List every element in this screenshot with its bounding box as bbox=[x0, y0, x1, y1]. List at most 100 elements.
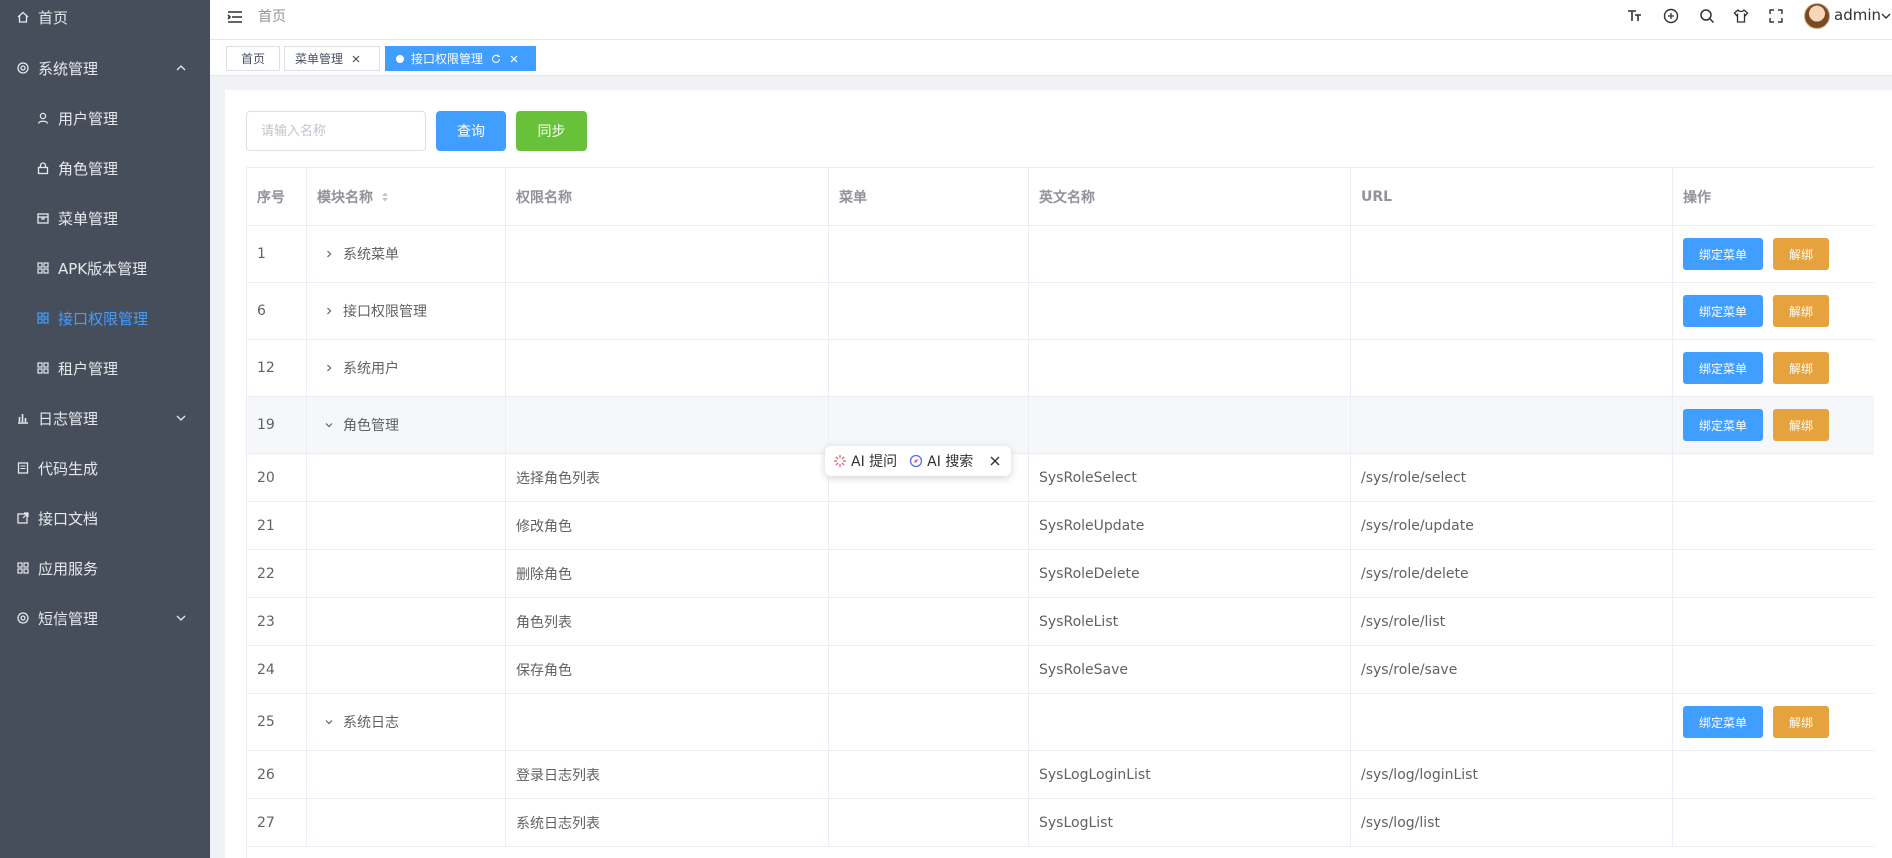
chevron-down-icon[interactable] bbox=[323, 716, 335, 728]
hamburger-icon[interactable] bbox=[226, 8, 244, 26]
bind-menu-button[interactable]: 绑定菜单 bbox=[1683, 352, 1763, 384]
tab-home[interactable]: 首页 bbox=[226, 46, 280, 71]
unbind-button[interactable]: 解绑 bbox=[1773, 295, 1829, 327]
chevron-up-icon bbox=[174, 61, 188, 75]
chevron-down-icon[interactable] bbox=[323, 419, 335, 431]
unbind-button[interactable]: 解绑 bbox=[1773, 409, 1829, 441]
external-icon bbox=[16, 511, 30, 525]
module-label: 角色管理 bbox=[343, 418, 399, 434]
sidebar-item-logs[interactable]: 日志管理 bbox=[0, 393, 210, 443]
cell-actions: 绑定菜单 解绑 bbox=[1673, 694, 1874, 750]
cell-menu bbox=[829, 598, 1029, 645]
doc-icon bbox=[16, 461, 30, 475]
cell-url bbox=[1351, 694, 1673, 750]
table-row[interactable]: 21 修改角色 SysRoleUpdate/sys/role/update bbox=[247, 502, 1874, 550]
bind-menu-button[interactable]: 绑定菜单 bbox=[1683, 706, 1763, 738]
avatar[interactable] bbox=[1804, 3, 1830, 29]
theme-icon[interactable] bbox=[1732, 7, 1750, 25]
table-row[interactable]: 26 登录日志列表 SysLogLoginList/sys/log/loginLis… bbox=[247, 751, 1874, 799]
close-icon[interactable] bbox=[509, 54, 519, 64]
table-row[interactable]: 1 系统菜单 绑定菜单 解绑 bbox=[247, 226, 1874, 283]
table-row[interactable]: 12 系统用户 绑定菜单 解绑 bbox=[247, 340, 1874, 397]
cell-permission-name: 登录日志列表 bbox=[506, 751, 829, 798]
table-row[interactable]: 23 角色列表 SysRoleList/sys/role/list bbox=[247, 598, 1874, 646]
tab-menu-management[interactable]: 菜单管理 bbox=[284, 46, 380, 71]
fullscreen-icon[interactable] bbox=[1767, 7, 1785, 25]
sidebar-item-codegen[interactable]: 代码生成 bbox=[0, 443, 210, 493]
chevron-right-icon[interactable] bbox=[323, 305, 335, 317]
sparkle-icon bbox=[833, 454, 851, 468]
header-module[interactable]: 模块名称 bbox=[307, 168, 506, 225]
chevron-right-icon[interactable] bbox=[323, 362, 335, 374]
cell-url: /sys/log/list bbox=[1351, 799, 1673, 846]
ai-search-label: AI 搜索 bbox=[927, 454, 974, 470]
cell-menu bbox=[829, 340, 1029, 396]
chevron-right-icon[interactable] bbox=[323, 248, 335, 260]
query-button[interactable]: 查询 bbox=[436, 111, 506, 151]
cell-module: 系统日志 bbox=[307, 694, 506, 750]
header-en-name: 英文名称 bbox=[1029, 168, 1351, 225]
cell-actions: 绑定菜单 解绑 bbox=[1673, 340, 1874, 396]
user-name[interactable]: admin bbox=[1834, 6, 1881, 24]
cell-url: /sys/role/select bbox=[1351, 454, 1673, 501]
refresh-icon[interactable] bbox=[491, 54, 501, 64]
sidebar-item-apk[interactable]: APK版本管理 bbox=[0, 243, 210, 293]
table-row[interactable]: 6 接口权限管理 绑定菜单 解绑 bbox=[247, 283, 1874, 340]
sidebar-item-roles[interactable]: 角色管理 bbox=[0, 143, 210, 193]
sidebar-item-menus[interactable]: 菜单管理 bbox=[0, 193, 210, 243]
table-row[interactable]: 27 系统日志列表 SysLogList/sys/log/list bbox=[247, 799, 1874, 847]
cell-actions bbox=[1673, 502, 1874, 549]
unbind-button[interactable]: 解绑 bbox=[1773, 352, 1829, 384]
header-actions: 操作 bbox=[1673, 168, 1874, 225]
cell-module bbox=[307, 454, 506, 501]
sidebar-item-label: 日志管理 bbox=[38, 409, 99, 428]
cell-menu bbox=[829, 646, 1029, 693]
table-header: 序号 模块名称 权限名称 菜单 英文名称 URL 操作 bbox=[247, 168, 1874, 226]
ai-ask-button[interactable]: AI 提问 bbox=[833, 451, 897, 471]
chevron-down-icon[interactable] bbox=[1880, 10, 1892, 22]
cell-actions bbox=[1673, 598, 1874, 645]
sidebar-item-app-services[interactable]: 应用服务 bbox=[0, 543, 210, 593]
cell-module: 角色管理 bbox=[307, 397, 506, 453]
bind-menu-button[interactable]: 绑定菜单 bbox=[1683, 238, 1763, 270]
sidebar-item-tenants[interactable]: 租户管理 bbox=[0, 343, 210, 393]
search-icon[interactable] bbox=[1698, 7, 1716, 25]
bind-menu-button[interactable]: 绑定菜单 bbox=[1683, 295, 1763, 327]
table-row[interactable]: 25 系统日志 绑定菜单 解绑 bbox=[247, 694, 1874, 751]
sidebar-item-sms[interactable]: 短信管理 bbox=[0, 593, 210, 643]
sidebar-item-api-docs[interactable]: 接口文档 bbox=[0, 493, 210, 543]
cell-en-name: SysLogLoginList bbox=[1029, 751, 1351, 798]
cell-en-name bbox=[1029, 694, 1351, 750]
tab-api-permissions[interactable]: 接口权限管理 bbox=[385, 46, 536, 71]
cell-actions bbox=[1673, 550, 1874, 597]
cell-module bbox=[307, 550, 506, 597]
table-row[interactable]: 22 删除角色 SysRoleDelete/sys/role/delete bbox=[247, 550, 1874, 598]
close-icon[interactable] bbox=[351, 54, 361, 64]
table-row[interactable]: 20 选择角色列表 SysRoleSelect/sys/role/select bbox=[247, 454, 1874, 502]
ai-search-button[interactable]: AI 搜索 bbox=[909, 451, 973, 471]
sort-icon[interactable] bbox=[381, 191, 389, 203]
name-search-input[interactable] bbox=[246, 111, 426, 151]
sidebar-item-api-permissions[interactable]: 接口权限管理 bbox=[0, 293, 210, 343]
table-row[interactable]: 19 角色管理 绑定菜单 解绑 bbox=[247, 397, 1874, 454]
box-icon bbox=[36, 211, 50, 225]
table-row[interactable]: 24 保存角色 SysRoleSave/sys/role/save bbox=[247, 646, 1874, 694]
cell-no: 22 bbox=[247, 550, 307, 597]
font-size-icon[interactable] bbox=[1626, 7, 1644, 25]
sidebar-item-users[interactable]: 用户管理 bbox=[0, 93, 210, 143]
sidebar-item-system[interactable]: 系统管理 bbox=[0, 43, 210, 93]
lock-icon bbox=[36, 161, 50, 175]
sidebar-item-home[interactable]: 首页 bbox=[0, 0, 210, 42]
breadcrumb[interactable]: 首页 bbox=[258, 6, 286, 26]
location-icon[interactable] bbox=[1662, 7, 1680, 25]
cell-menu bbox=[829, 550, 1029, 597]
cell-permission-name bbox=[506, 397, 829, 453]
unbind-button[interactable]: 解绑 bbox=[1773, 706, 1829, 738]
unbind-button[interactable]: 解绑 bbox=[1773, 238, 1829, 270]
bind-menu-button[interactable]: 绑定菜单 bbox=[1683, 409, 1763, 441]
cell-en-name: SysLogList bbox=[1029, 799, 1351, 846]
tab-label: 菜单管理 bbox=[295, 52, 344, 66]
chevron-down-icon bbox=[174, 411, 188, 425]
close-icon[interactable] bbox=[989, 455, 1001, 467]
sync-button[interactable]: 同步 bbox=[516, 111, 587, 151]
